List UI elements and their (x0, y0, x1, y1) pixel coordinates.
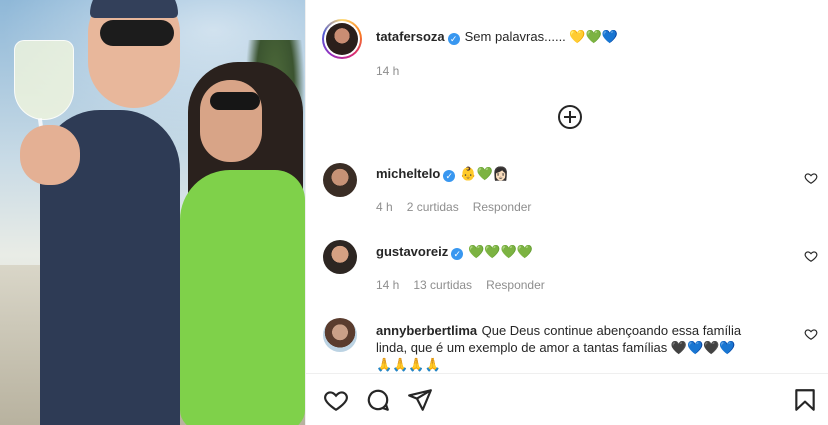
media-woman-green-dress (180, 170, 305, 425)
comment-like-heart-icon[interactable] (804, 327, 818, 341)
comment-avatar[interactable] (323, 163, 357, 197)
comment-row: gustavoreiz ✓ 💚💚💚💚 (376, 243, 828, 261)
comment-time[interactable]: 4 h (376, 200, 393, 214)
caption-text: Sem palavras...... 💛💚💙 (464, 29, 618, 44)
heart-icon[interactable] (323, 387, 349, 413)
comment-likes[interactable]: 2 curtidas (407, 200, 459, 214)
media-hand (20, 125, 80, 185)
post-action-bar (306, 373, 828, 425)
comment-icon[interactable] (365, 387, 391, 413)
post-details-panel: tatafersoza ✓ Sem palavras...... 💛💚💙 14 h … (305, 0, 828, 425)
verified-icon: ✓ (447, 33, 460, 45)
comment-avatar[interactable] (323, 318, 357, 352)
comment-like-heart-icon[interactable] (804, 171, 818, 185)
verified-icon: ✓ (443, 170, 456, 182)
comment-text: Que Deus continue abençoando essa famíli… (481, 323, 742, 338)
comment-text-line3: 🙏🙏🙏🙏 (376, 357, 441, 372)
bookmark-icon[interactable] (792, 387, 818, 413)
paper-plane-icon[interactable] (407, 387, 433, 413)
comment-avatar[interactable] (323, 240, 357, 274)
caption-meta: 14 h (376, 64, 828, 78)
media-wine-glass (14, 40, 74, 120)
comment-username[interactable]: annyberbertlima (376, 323, 477, 338)
media-woman-sunglasses (210, 92, 260, 110)
media-man-cap (90, 0, 178, 18)
caption-row: tatafersoza ✓ Sem palavras...... 💛💚💙 (376, 28, 828, 46)
author-avatar[interactable] (322, 19, 362, 59)
caption-time[interactable]: 14 h (376, 64, 399, 78)
comment-meta: 14 h 13 curtidas Responder (376, 278, 828, 292)
comment-username[interactable]: gustavoreiz (376, 244, 448, 259)
plus-circle-icon[interactable] (557, 104, 583, 130)
comment-likes[interactable]: 13 curtidas (413, 278, 472, 292)
comment-row: micheltelo ✓ 👶💚👩🏻 (376, 165, 828, 183)
verified-icon: ✓ (451, 248, 464, 260)
comment-text: 👶💚👩🏻 (460, 166, 509, 181)
comment-meta: 4 h 2 curtidas Responder (376, 200, 828, 214)
comment-reply-button[interactable]: Responder (486, 278, 545, 292)
comment-row: annyberbertlima Que Deus continue abenço… (376, 322, 796, 373)
comment-time[interactable]: 14 h (376, 278, 399, 292)
author-username[interactable]: tatafersoza (376, 29, 445, 44)
comment-reply-button[interactable]: Responder (473, 200, 532, 214)
comment-text: 💚💚💚💚 (468, 244, 533, 259)
comment-text-line2: linda, que é um exemplo de amor a tantas… (376, 340, 736, 355)
comment-like-heart-icon[interactable] (804, 249, 818, 263)
media-man-sunglasses (100, 20, 174, 46)
post-media-video[interactable] (0, 0, 305, 425)
comment-username[interactable]: micheltelo (376, 166, 440, 181)
